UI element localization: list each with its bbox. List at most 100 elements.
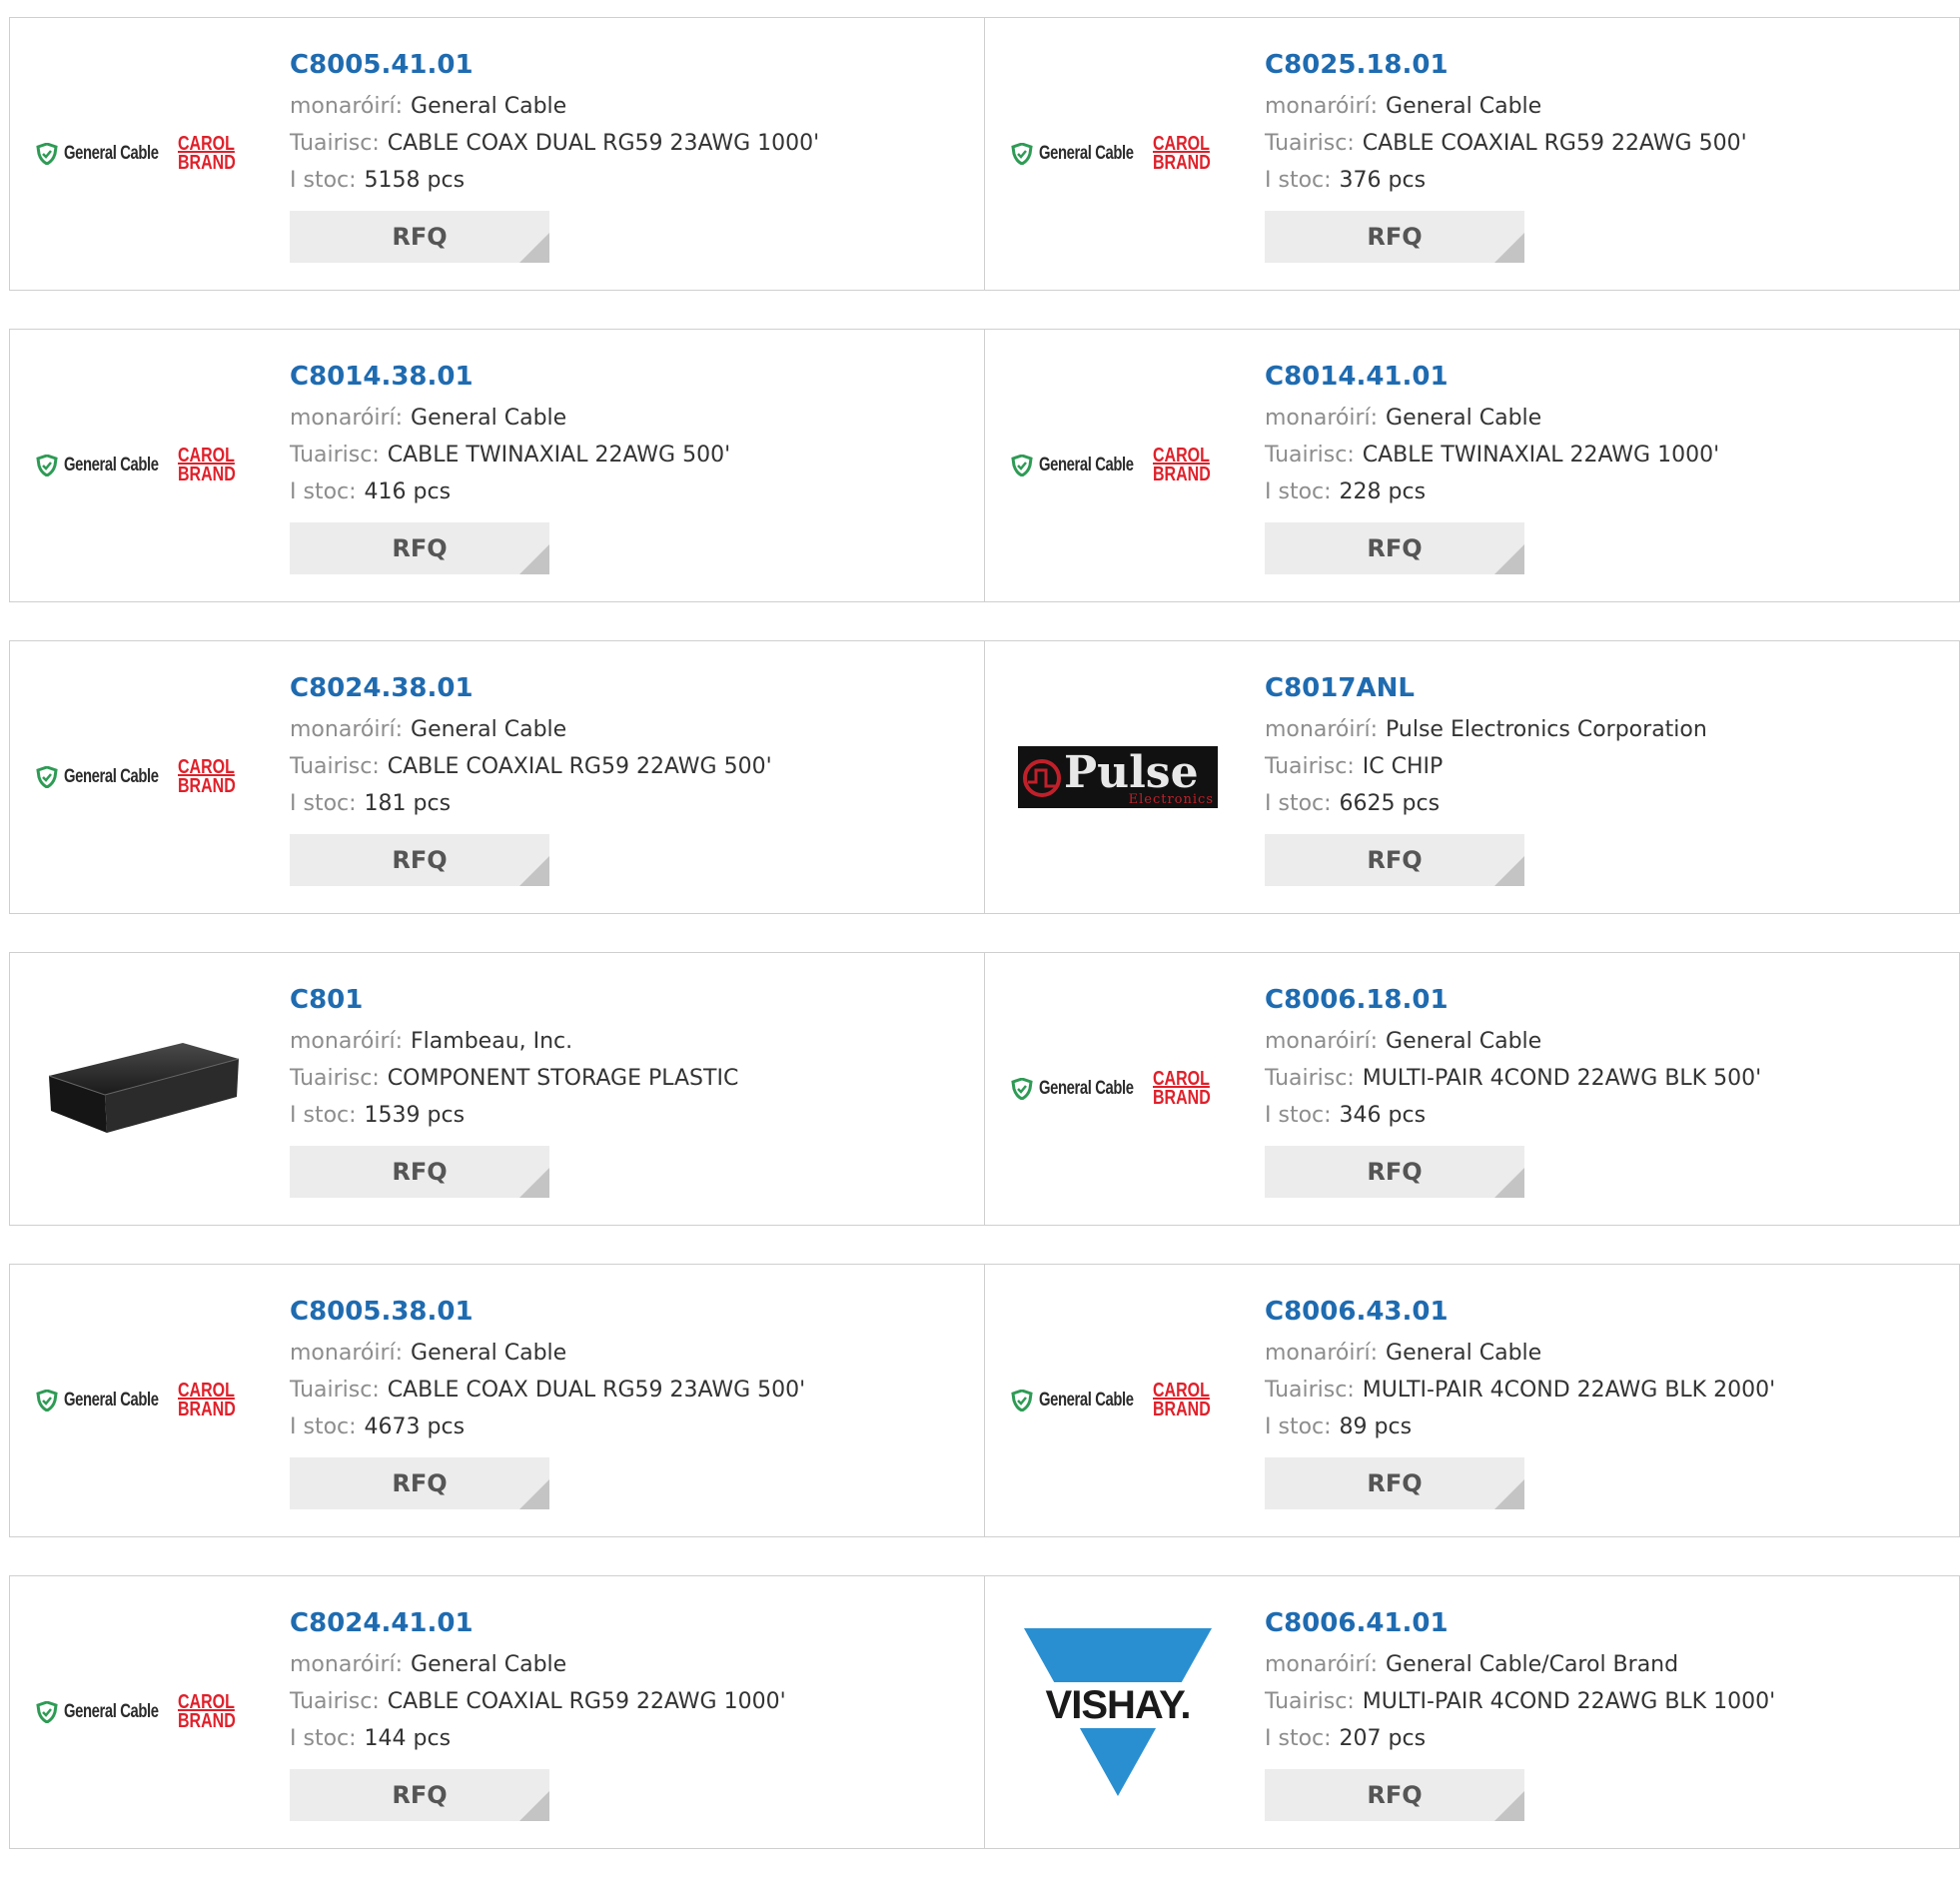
general-cable-wordmark: General Cable bbox=[1038, 455, 1134, 475]
description-label: Tuairisc: bbox=[290, 1378, 380, 1403]
product-info: C8005.41.01 monaróirí: General Cable Tuai… bbox=[290, 48, 819, 263]
description-row: Tuairisc: CABLE COAX DUAL RG59 23AWG 500' bbox=[290, 1372, 805, 1409]
general-cable-carol-logo: General Cable CAROL BRAND bbox=[1011, 446, 1225, 484]
stock-label: I stoc: bbox=[1265, 1415, 1332, 1439]
rfq-button[interactable]: RFQ bbox=[1265, 211, 1524, 263]
shield-check-icon bbox=[1011, 1078, 1033, 1100]
description-value: MULTI-PAIR 4COND 22AWG BLK 500' bbox=[1362, 1066, 1762, 1091]
description-label: Tuairisc: bbox=[290, 443, 380, 468]
part-number-link[interactable]: C8006.43.01 bbox=[1265, 1295, 1775, 1329]
rfq-corner-decoration bbox=[519, 233, 549, 263]
description-label: Tuairisc: bbox=[1265, 754, 1355, 779]
general-cable-carol-logo: General Cable CAROL BRAND bbox=[1011, 1069, 1225, 1108]
product-card: General Cable CAROL BRAND C8025.18.01 mo… bbox=[985, 17, 1960, 291]
manufacturer-row: monaróirí: General Cable bbox=[1265, 400, 1719, 437]
rfq-label: RFQ bbox=[1367, 846, 1423, 874]
part-number-link[interactable]: C8005.41.01 bbox=[290, 48, 819, 82]
general-cable-carol-logo: General Cable CAROL BRAND bbox=[1011, 1381, 1225, 1419]
description-label: Tuairisc: bbox=[1265, 131, 1355, 156]
product-row: General Cable CAROL BRAND C8024.38.01 mo… bbox=[9, 640, 1960, 914]
manufacturer-logo bbox=[42, 1001, 244, 1177]
shield-check-icon bbox=[1011, 143, 1033, 165]
carol-brand-wordmark: CAROL BRAND bbox=[177, 1380, 236, 1420]
manufacturer-logo: General Cable CAROL BRAND bbox=[36, 689, 244, 865]
rfq-button[interactable]: RFQ bbox=[1265, 1457, 1524, 1509]
part-number-link[interactable]: C8014.38.01 bbox=[290, 360, 730, 394]
part-number-link[interactable]: C8017ANL bbox=[1265, 671, 1707, 705]
general-cable-carol-logo: General Cable CAROL BRAND bbox=[36, 1691, 250, 1732]
general-cable-wordmark: General Cable bbox=[1038, 1078, 1134, 1099]
shield-check-icon bbox=[36, 143, 58, 165]
rfq-button[interactable]: RFQ bbox=[290, 1457, 549, 1509]
manufacturer-label: monaróirí: bbox=[1265, 1341, 1379, 1366]
part-number-link[interactable]: C8006.18.01 bbox=[1265, 983, 1761, 1017]
product-row: General Cable CAROL BRAND C8005.41.01 mo… bbox=[9, 17, 1960, 291]
rfq-button[interactable]: RFQ bbox=[1265, 1146, 1524, 1198]
product-row: General Cable CAROL BRAND C8005.38.01 mo… bbox=[9, 1264, 1960, 1537]
manufacturer-logo: General Cable CAROL BRAND bbox=[36, 66, 244, 242]
manufacturer-value: General Cable bbox=[411, 717, 567, 742]
part-number-link[interactable]: C8006.41.01 bbox=[1265, 1606, 1775, 1640]
stock-row: I stoc: 207 pcs bbox=[1265, 1720, 1775, 1757]
description-value: CABLE COAXIAL RG59 22AWG 500' bbox=[1362, 131, 1747, 156]
general-cable-carol-logo: General Cable CAROL BRAND bbox=[36, 757, 250, 796]
product-info: C8024.41.01 monaróirí: General Cable Tuai… bbox=[290, 1606, 786, 1821]
rfq-button[interactable]: RFQ bbox=[290, 211, 549, 263]
stock-label: I stoc: bbox=[290, 1415, 357, 1439]
rfq-corner-decoration bbox=[1494, 1479, 1524, 1509]
rfq-label: RFQ bbox=[1367, 1469, 1423, 1497]
part-number-link[interactable]: C8014.41.01 bbox=[1265, 360, 1719, 394]
manufacturer-value: Pulse Electronics Corporation bbox=[1386, 717, 1707, 742]
description-value: MULTI-PAIR 4COND 22AWG BLK 2000' bbox=[1362, 1378, 1776, 1403]
rfq-corner-decoration bbox=[519, 544, 549, 574]
product-card: C801 monaróirí: Flambeau, Inc. Tuairisc: C… bbox=[9, 952, 985, 1226]
rfq-button[interactable]: RFQ bbox=[1265, 834, 1524, 886]
rfq-button[interactable]: RFQ bbox=[290, 522, 549, 574]
rfq-label: RFQ bbox=[1367, 1781, 1423, 1809]
manufacturer-label: monaróirí: bbox=[290, 717, 404, 742]
description-row: Tuairisc: CABLE TWINAXIAL 22AWG 1000' bbox=[1265, 437, 1719, 473]
rfq-button[interactable]: RFQ bbox=[1265, 522, 1524, 574]
shield-check-icon bbox=[36, 1390, 58, 1412]
rfq-button[interactable]: RFQ bbox=[290, 1146, 549, 1198]
general-cable-wordmark: General Cable bbox=[63, 455, 159, 475]
stock-row: I stoc: 144 pcs bbox=[290, 1720, 786, 1757]
part-number-link[interactable]: C8024.38.01 bbox=[290, 671, 772, 705]
product-info: C8006.18.01 monaróirí: General Cable Tuai… bbox=[1265, 983, 1761, 1198]
product-card: General Cable CAROL BRAND C8014.38.01 mo… bbox=[9, 329, 985, 602]
part-number-link[interactable]: C801 bbox=[290, 983, 738, 1017]
part-number-link[interactable]: C8024.41.01 bbox=[290, 1606, 786, 1640]
description-value: CABLE COAXIAL RG59 22AWG 500' bbox=[387, 754, 772, 779]
stock-label: I stoc: bbox=[1265, 1726, 1332, 1751]
manufacturer-row: monaróirí: General Cable bbox=[290, 1646, 786, 1683]
rfq-button[interactable]: RFQ bbox=[1265, 1769, 1524, 1821]
description-value: CABLE COAXIAL RG59 22AWG 1000' bbox=[387, 1689, 786, 1714]
stock-label: I stoc: bbox=[290, 168, 357, 193]
stock-label: I stoc: bbox=[1265, 791, 1332, 816]
manufacturer-value: General Cable/Carol Brand bbox=[1386, 1652, 1679, 1677]
stock-value: 181 pcs bbox=[364, 791, 452, 816]
manufacturer-row: monaróirí: General Cable bbox=[290, 88, 819, 125]
shield-check-icon bbox=[36, 766, 58, 788]
stock-label: I stoc: bbox=[1265, 168, 1332, 193]
product-row: General Cable CAROL BRAND C8014.38.01 mo… bbox=[9, 329, 1960, 602]
rfq-corner-decoration bbox=[519, 1168, 549, 1198]
description-value: COMPONENT STORAGE PLASTIC bbox=[387, 1066, 739, 1091]
manufacturer-value: Flambeau, Inc. bbox=[411, 1029, 573, 1054]
rfq-button[interactable]: RFQ bbox=[290, 1769, 549, 1821]
carol-brand-wordmark: CAROL BRAND bbox=[177, 1691, 236, 1732]
product-card: General Cable CAROL BRAND C8024.38.01 mo… bbox=[9, 640, 985, 914]
manufacturer-row: monaróirí: Pulse Electronics Corporation bbox=[1265, 711, 1707, 748]
stock-label: I stoc: bbox=[1265, 1103, 1332, 1128]
rfq-corner-decoration bbox=[519, 856, 549, 886]
stock-row: I stoc: 1539 pcs bbox=[290, 1097, 738, 1134]
description-value: CABLE TWINAXIAL 22AWG 1000' bbox=[1362, 443, 1720, 468]
rfq-corner-decoration bbox=[519, 1479, 549, 1509]
part-number-link[interactable]: C8005.38.01 bbox=[290, 1295, 805, 1329]
part-number-link[interactable]: C8025.18.01 bbox=[1265, 48, 1747, 82]
manufacturer-logo: General Cable CAROL BRAND bbox=[36, 378, 244, 553]
rfq-label: RFQ bbox=[1367, 223, 1423, 251]
manufacturer-label: monaróirí: bbox=[1265, 406, 1379, 431]
rfq-button[interactable]: RFQ bbox=[290, 834, 549, 886]
stock-row: I stoc: 181 pcs bbox=[290, 785, 772, 822]
